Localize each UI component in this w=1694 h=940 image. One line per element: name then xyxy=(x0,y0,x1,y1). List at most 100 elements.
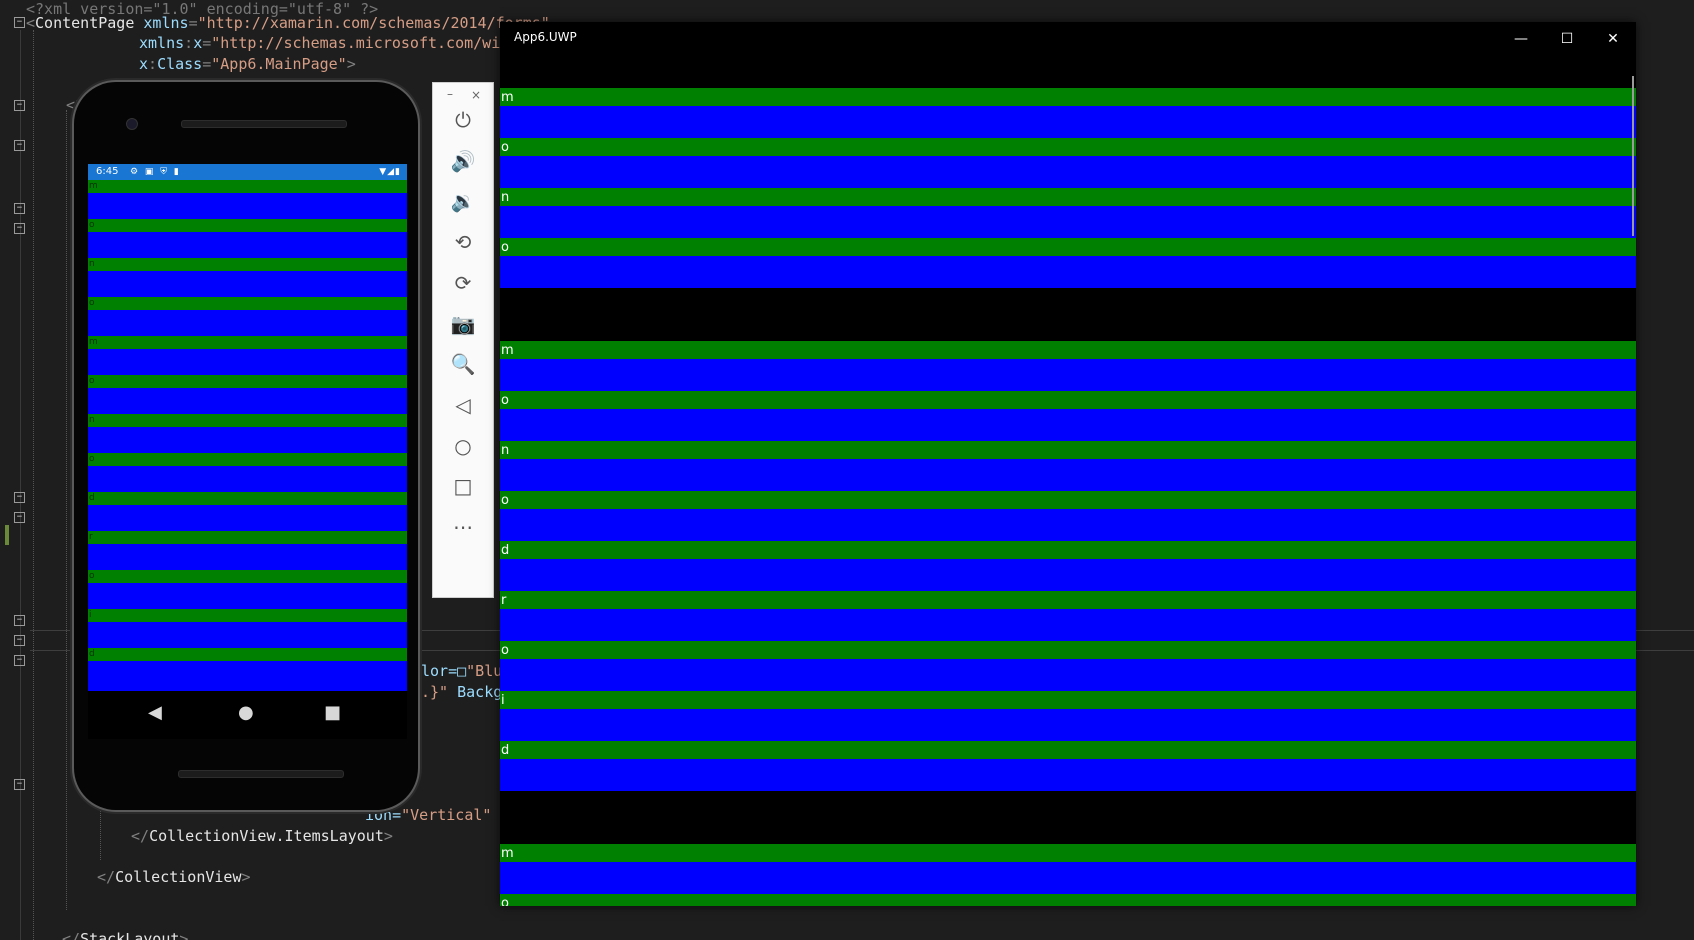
code-token: xmlns xyxy=(139,34,185,52)
scrollbar[interactable] xyxy=(1632,76,1634,236)
code-line: </CollectionView.ItemsLayout> xyxy=(131,827,393,845)
group-spacer xyxy=(500,791,1636,844)
list-item[interactable]: n xyxy=(88,258,407,297)
list-item[interactable]: o xyxy=(500,641,1636,691)
code-token: "App6.MainPage" xyxy=(211,55,347,73)
fold-toggle[interactable]: − xyxy=(14,635,25,646)
list-item[interactable]: o xyxy=(88,570,407,609)
uwp-window: App6.UWP — ☐ ✕ monomonodroidmo xyxy=(500,22,1636,906)
overview-icon[interactable]: □ xyxy=(450,473,476,499)
code-token: □ xyxy=(457,662,467,680)
back-icon[interactable]: ◁ xyxy=(450,392,476,418)
list-item[interactable]: m xyxy=(500,844,1636,894)
uwp-collection-view[interactable]: monomonodroidmo xyxy=(500,66,1636,906)
home-icon[interactable]: ○ xyxy=(450,433,476,459)
uwp-title-bar[interactable]: App6.UWP — ☐ ✕ xyxy=(500,22,1636,66)
status-notification-icons: ⚙ ▣ ⛨ ▮ xyxy=(130,167,181,177)
maximize-button[interactable]: ☐ xyxy=(1544,22,1590,56)
list-item[interactable]: o xyxy=(500,894,1636,906)
more-icon[interactable]: ⋯ xyxy=(450,514,476,540)
list-item[interactable]: m xyxy=(500,88,1636,138)
list-item-label: o xyxy=(500,894,1636,906)
list-item-label: o xyxy=(500,491,1636,509)
close-button[interactable]: ✕ xyxy=(1590,22,1636,56)
zoom-icon[interactable]: 🔍 xyxy=(450,351,476,377)
list-item[interactable]: n xyxy=(500,188,1636,238)
list-item[interactable]: i xyxy=(88,609,407,648)
fold-toggle[interactable]: − xyxy=(14,140,25,151)
list-item[interactable]: d xyxy=(500,541,1636,591)
fold-toggle[interactable]: − xyxy=(14,615,25,626)
list-item[interactable]: o xyxy=(500,491,1636,541)
list-item-label: n xyxy=(500,441,1636,459)
nav-back-icon[interactable]: ◀ xyxy=(148,703,162,723)
list-item[interactable]: o xyxy=(88,297,407,336)
list-item[interactable]: i xyxy=(500,691,1636,741)
phone-speaker xyxy=(178,770,344,778)
list-item[interactable]: o xyxy=(500,391,1636,441)
list-item[interactable]: d xyxy=(88,648,407,687)
gutter-line xyxy=(20,30,21,940)
window-title: App6.UWP xyxy=(514,30,577,44)
code-token: : xyxy=(148,55,158,73)
fold-toggle[interactable]: − xyxy=(14,100,25,111)
list-item-label: o xyxy=(500,238,1636,256)
fold-toggle[interactable]: − xyxy=(14,203,25,214)
item-group: m o n o xyxy=(500,88,1636,288)
list-item-label: o xyxy=(500,641,1636,659)
list-item[interactable]: d xyxy=(88,492,407,531)
nav-home-icon[interactable]: ● xyxy=(238,703,254,723)
minimize-button[interactable]: — xyxy=(1498,22,1544,56)
code-token: "Vertical" xyxy=(401,806,492,824)
list-item[interactable]: m xyxy=(88,336,407,375)
camera-icon[interactable]: 📷 xyxy=(450,311,476,337)
list-item[interactable]: r xyxy=(500,591,1636,641)
fold-toggle[interactable]: − xyxy=(14,17,25,28)
toolbar-minimize-button[interactable]: – xyxy=(447,87,453,101)
code-token: </ xyxy=(97,868,116,886)
indent-guide xyxy=(66,110,67,910)
list-item[interactable]: o xyxy=(88,219,407,258)
code-token: CollectionView xyxy=(115,868,242,886)
android-screen[interactable]: 6:45 ⚙ ▣ ⛨ ▮ ▼◢▮ m o n o m o n o d r o i d xyxy=(88,164,407,691)
volume-up-icon[interactable]: 🔊 xyxy=(450,148,476,174)
code-token: CollectionView.ItemsLayout xyxy=(149,827,384,845)
fold-toggle[interactable]: − xyxy=(14,655,25,666)
emulator-toolbar: – × ⏻ 🔊 🔉 ⟲ ⟳ 📷 🔍 ◁ ○ □ ⋯ xyxy=(432,82,494,598)
list-item-label: r xyxy=(500,591,1636,609)
volume-down-icon[interactable]: 🔉 xyxy=(450,188,476,214)
code-token: > xyxy=(383,827,393,845)
list-item[interactable]: m xyxy=(88,180,407,219)
list-item[interactable]: o xyxy=(88,375,407,414)
list-item-label: r xyxy=(88,531,407,544)
power-icon[interactable]: ⏻ xyxy=(450,107,476,133)
code-token: StackLayout xyxy=(80,930,180,940)
rotate-left-icon[interactable]: ⟲ xyxy=(450,229,476,255)
list-item[interactable]: m xyxy=(500,341,1636,391)
rotate-right-icon[interactable]: ⟳ xyxy=(450,270,476,296)
list-item[interactable]: d xyxy=(500,741,1636,791)
list-item-label: o xyxy=(88,297,407,310)
fold-toggle[interactable]: − xyxy=(14,492,25,503)
list-item[interactable]: r xyxy=(88,531,407,570)
list-item[interactable]: n xyxy=(88,414,407,453)
list-item[interactable]: o xyxy=(88,453,407,492)
code-token: </ xyxy=(62,930,81,940)
list-item-label: i xyxy=(500,691,1636,709)
list-item[interactable]: o xyxy=(500,138,1636,188)
list-item-label: n xyxy=(88,258,407,271)
android-collection-view[interactable]: m o n o m o n o d r o i d xyxy=(88,180,407,687)
list-item-label: d xyxy=(500,541,1636,559)
list-item-label: m xyxy=(500,844,1636,862)
list-item[interactable]: n xyxy=(500,441,1636,491)
fold-toggle[interactable]: − xyxy=(14,512,25,523)
item-group: m o n o d r o i d xyxy=(500,341,1636,791)
list-item-label: m xyxy=(88,336,407,349)
fold-toggle[interactable]: − xyxy=(14,779,25,790)
fold-toggle[interactable]: − xyxy=(14,223,25,234)
camera-lens-icon xyxy=(126,118,138,130)
nav-recents-icon[interactable]: ■ xyxy=(324,703,341,723)
list-item-label: o xyxy=(500,138,1636,156)
list-item[interactable]: o xyxy=(500,238,1636,288)
toolbar-close-button[interactable]: × xyxy=(471,88,481,102)
